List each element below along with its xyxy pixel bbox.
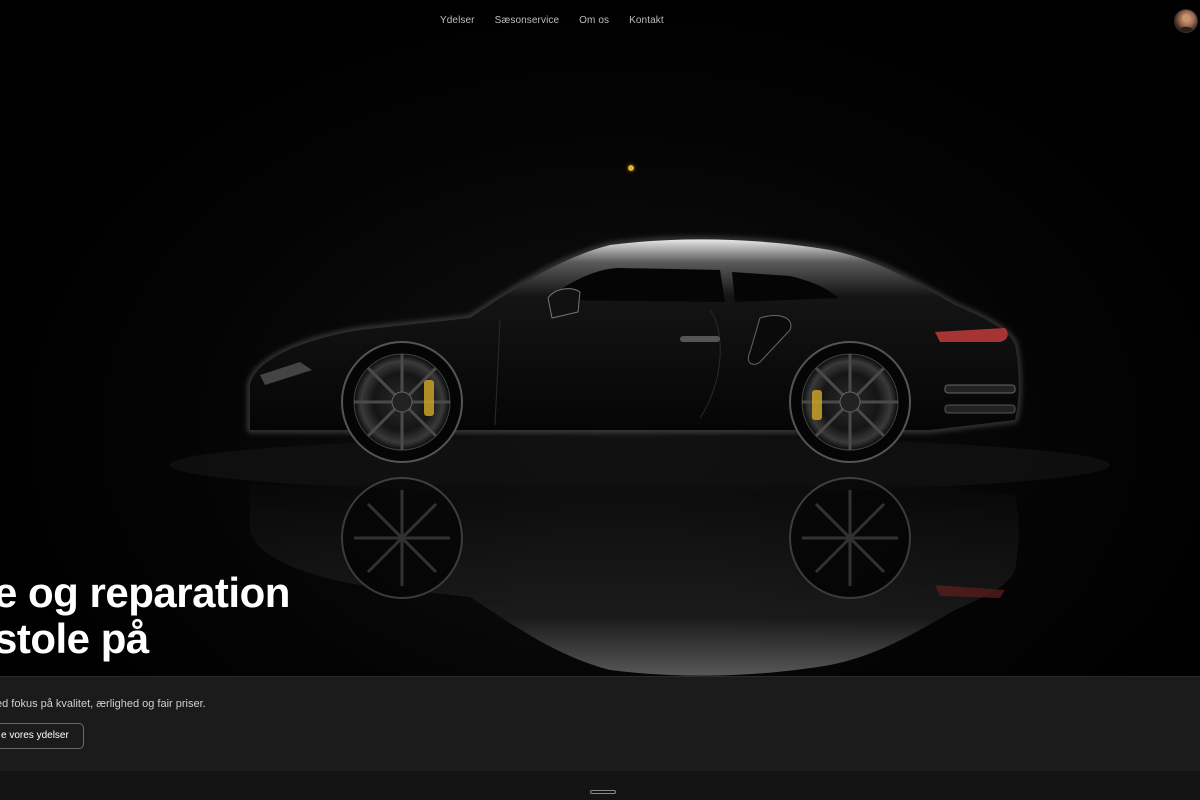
- nav-link-kontakt[interactable]: Kontakt: [629, 15, 664, 26]
- see-services-button[interactable]: e vores ydelser: [0, 723, 84, 749]
- hero-section: Ydelser Sæsonservice Om os Kontakt e og …: [0, 0, 1200, 676]
- rear-diffuser: [944, 404, 1016, 414]
- page: Ydelser Sæsonservice Om os Kontakt e og …: [0, 0, 1200, 800]
- door-handle: [680, 336, 720, 342]
- main-nav: Ydelser Sæsonservice Om os Kontakt: [0, 15, 1200, 29]
- nav-links: Ydelser Sæsonservice Om os Kontakt: [440, 15, 664, 26]
- status-dot-icon: [628, 165, 634, 171]
- nav-link-om-os[interactable]: Om os: [579, 15, 609, 26]
- avatar[interactable]: [1174, 9, 1198, 33]
- floor-shadow: [170, 437, 1110, 493]
- nav-link-ydelser[interactable]: Ydelser: [440, 15, 475, 26]
- car-reflection: [250, 477, 1019, 676]
- rear-exhaust: [944, 384, 1016, 394]
- scroll-handle[interactable]: [590, 790, 616, 794]
- rear-wheel: [789, 341, 911, 463]
- front-wheel: [341, 341, 463, 463]
- user-avatar-icon: [1178, 14, 1194, 32]
- headline-line-2: stole på: [0, 615, 149, 662]
- bottom-bar: [0, 771, 1200, 800]
- intro-panel: ed fokus på kvalitet, ærlighed og fair p…: [0, 676, 1200, 772]
- hero-headline: e og reparation stole på: [0, 570, 290, 662]
- nav-link-saesonservice[interactable]: Sæsonservice: [495, 15, 560, 26]
- headline-line-1: e og reparation: [0, 569, 290, 616]
- hero-subtitle: ed fokus på kvalitet, ærlighed og fair p…: [0, 698, 206, 710]
